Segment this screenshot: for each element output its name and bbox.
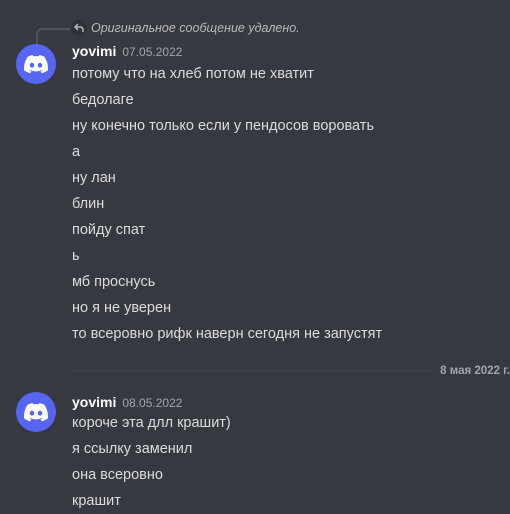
message-line[interactable]: блин	[72, 191, 382, 217]
username[interactable]: yovimi	[72, 394, 116, 410]
discord-logo-icon	[24, 54, 48, 73]
reply-deleted-text: Оригинальное сообщение удалено.	[91, 21, 300, 35]
message-line[interactable]: бедолаге	[72, 87, 382, 113]
message-line[interactable]: то всеровно рифк наверн сегодня не запус…	[72, 321, 382, 347]
timestamp[interactable]: 07.05.2022	[122, 45, 182, 59]
username[interactable]: yovimi	[72, 43, 116, 59]
message-line[interactable]: а	[72, 139, 382, 165]
date-divider-label: 8 мая 2022 г.	[440, 365, 510, 377]
date-divider: 8 мая 2022 г.	[72, 362, 510, 380]
avatar[interactable]	[16, 392, 56, 432]
message-header: yovimi 07.05.2022	[72, 41, 182, 62]
message-line[interactable]: ну конечно только если у пендосов ворова…	[72, 113, 382, 139]
message-list: короче эта длл крашит) я ссылку заменил …	[72, 410, 231, 514]
message-line[interactable]: крашит	[72, 488, 231, 514]
avatar[interactable]	[16, 44, 56, 84]
message-line[interactable]: короче эта длл крашит)	[72, 410, 231, 436]
reply-spine	[36, 28, 70, 44]
reply-reference[interactable]: Оригинальное сообщение удалено.	[36, 20, 496, 44]
message-line[interactable]: потому что на хлеб потом не хватит	[72, 61, 382, 87]
message-line[interactable]: я ссылку заменил	[72, 436, 231, 462]
message-line[interactable]: мб проснусь	[72, 269, 382, 295]
chat-messages: Оригинальное сообщение удалено. yovimi 07…	[0, 0, 510, 514]
message-line[interactable]: ь	[72, 243, 382, 269]
divider-line	[72, 370, 434, 371]
timestamp[interactable]: 08.05.2022	[122, 396, 182, 410]
reply-arrow-icon	[71, 20, 87, 36]
message-line[interactable]: она всеровно	[72, 462, 231, 488]
message-line[interactable]: ну лан	[72, 165, 382, 191]
discord-logo-icon	[24, 402, 48, 421]
message-list: потому что на хлеб потом не хватит бедол…	[72, 61, 382, 347]
message-line[interactable]: пойду спат	[72, 217, 382, 243]
message-line[interactable]: но я не уверен	[72, 295, 382, 321]
